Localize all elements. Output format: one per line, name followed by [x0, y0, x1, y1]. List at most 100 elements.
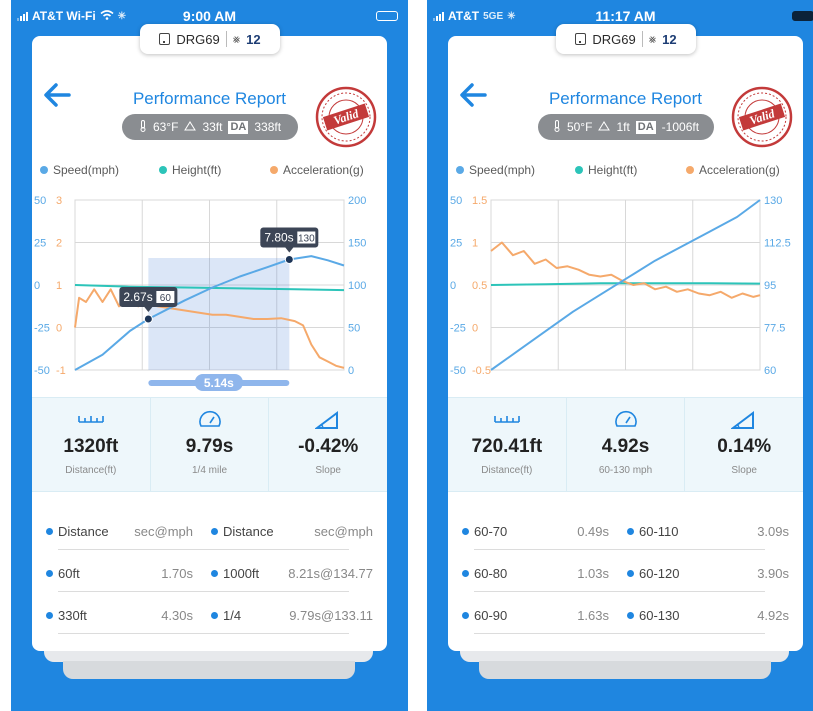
device-pill[interactable]: DRG69 ⨳ 12	[140, 24, 280, 54]
header-distance-1: Distance	[58, 524, 109, 539]
bullet-icon	[46, 528, 53, 535]
slope-icon	[685, 410, 803, 432]
bullet-icon	[462, 570, 469, 577]
table-cell-label: 1/4	[223, 608, 242, 623]
legend-height: Height(ft)	[159, 163, 221, 177]
table-cell: 60-120	[627, 566, 679, 581]
device-name: DRG69	[176, 31, 220, 47]
altitude-value: 1ft	[616, 120, 630, 134]
y-axis-tick-label-accel: 1.5	[472, 195, 487, 207]
table-cell-label: 60-120	[639, 566, 680, 581]
y-axis-tick-label-accel: 1	[472, 238, 478, 250]
stats-panel: 1320ft Distance(ft) 9.79s 1/4 mile -0.42…	[32, 397, 387, 492]
thermometer-icon	[553, 119, 561, 135]
y-axis-tick-label-accel: 0	[472, 323, 478, 335]
legend-height-label: Height(ft)	[588, 163, 638, 177]
table-cell: 3.09s	[757, 524, 789, 539]
table-cell: 3.90s	[757, 566, 789, 581]
table-cell-label: 60-110	[639, 524, 679, 539]
marker-dot	[284, 255, 294, 264]
legend-accel-label: Acceleration(g)	[283, 163, 364, 177]
table-header-cell: sec@mph	[134, 524, 193, 539]
density-altitude-label: DA	[228, 120, 249, 134]
y-axis-tick-label-accel: 3	[56, 195, 62, 207]
stat-slope: -0.42% Slope	[268, 398, 387, 491]
header-distance-2: Distance	[223, 524, 274, 539]
table-row: 60-70 0.49s 60-110 3.09s	[462, 512, 789, 554]
legend-speed-label: Speed(mph)	[469, 163, 536, 177]
status-time: 11:17 AM	[595, 8, 656, 24]
legend-accel: Acceleration(g)	[270, 163, 364, 177]
stamp-text: Valid	[748, 106, 777, 127]
accel-dot	[270, 166, 278, 174]
stat-distance-label: Distance(ft)	[65, 465, 117, 476]
legend-accel: Acceleration(g)	[686, 163, 780, 177]
device-icon	[159, 33, 171, 45]
valid-stamp: Valid	[731, 86, 793, 148]
table-cell-label: 60-70	[474, 524, 508, 539]
table-row: 60ft 1.70s 1000ft 8.21s@134.77	[46, 554, 373, 596]
bullet-icon	[462, 612, 469, 619]
stat-distance-value: 720.41ft	[471, 436, 543, 457]
y-axis-tick-label-speed: 112.5	[764, 238, 791, 250]
performance-chart[interactable]: 50 3 200 25 2 150 0 1 100 -25 0 50 -50 -1 0 5.14s 2.67s 6…	[32, 186, 387, 396]
y-axis-tick-label-speed: 100	[348, 280, 366, 292]
legend-speed: Speed(mph)	[456, 163, 535, 177]
table-cell: 1/4	[211, 608, 241, 623]
y-axis-tick-label-height: 0	[34, 280, 40, 292]
y-axis-tick-label-speed: 150	[348, 238, 366, 250]
stat-slope-label: Slope	[731, 465, 757, 476]
stat-distance: 720.41ft Distance(ft)	[448, 398, 566, 491]
report-card: Performance Report 63°F 33ft DA 338ft Val…	[32, 36, 387, 651]
mountain-icon	[598, 120, 611, 134]
device-pill[interactable]: DRG69 ⨳ 12	[556, 24, 696, 54]
stat-slope-value: 0.14%	[717, 436, 772, 457]
split-times-table: 60-70 0.49s 60-110 3.09s 60-80 1.03s 60-…	[462, 512, 789, 638]
table-cell: 60ft	[46, 566, 80, 581]
table-cell: 60-70	[462, 524, 507, 539]
table-header-cell: sec@mph	[314, 524, 373, 539]
table-cell-label: 60ft	[58, 566, 80, 581]
stat-time-value: 9.79s	[185, 436, 234, 457]
table-cell-label: 330ft	[58, 608, 87, 623]
y-axis-tick-label-accel: 0.5	[472, 280, 487, 292]
density-altitude-label: DA	[635, 120, 656, 134]
marker-value-label: 130	[298, 234, 315, 245]
legend-speed: Speed(mph)	[40, 163, 119, 177]
y-axis-tick-label-height: 50	[34, 195, 46, 207]
marker-time-label: 2.67s	[123, 290, 152, 304]
stamp-text: Valid	[332, 106, 361, 127]
table-row: 60-90 1.63s 60-130 4.92s	[462, 596, 789, 638]
table-cell-label: 60-80	[474, 566, 508, 581]
ruler-icon	[32, 410, 150, 432]
slope-icon	[269, 410, 387, 432]
stat-time-label: 1/4 mile	[192, 465, 228, 476]
table-cell: 8.21s@134.77	[288, 566, 373, 581]
performance-chart[interactable]: 50 1.5 130 25 1 112.5 0 0.5 95 -25 0 77.5 -50 -0.5 60	[448, 186, 803, 396]
y-axis-tick-label-height: 0	[450, 280, 456, 292]
accel-dot	[686, 166, 694, 174]
stat-time: 4.92s 60-130 mph	[565, 398, 685, 491]
legend-height-label: Height(ft)	[172, 163, 222, 177]
density-altitude-value: 338ft	[254, 120, 282, 134]
marker-value-label: 60	[160, 293, 172, 304]
pill-divider	[641, 31, 643, 47]
bullet-icon	[627, 528, 634, 535]
phone-screen-left: AT&T Wi-Fi ✳ 9:00 AM Performance Report …	[11, 0, 408, 711]
table-cell: 60-130	[627, 608, 679, 623]
y-axis-tick-label-speed: 50	[348, 323, 360, 335]
bullet-icon	[211, 612, 218, 619]
valid-stamp: Valid	[315, 86, 377, 148]
y-axis-tick-label-height: -50	[34, 365, 50, 377]
table-cell: 9.79s@133.11	[289, 608, 373, 623]
stat-time-value: 4.92s	[601, 436, 650, 457]
stat-slope-value: -0.42%	[298, 436, 359, 457]
table-cell: 60-80	[462, 566, 507, 581]
conditions-badge: 63°F 33ft DA 338ft	[122, 114, 298, 140]
marker-tooltip-pointer	[285, 247, 294, 253]
height-dot	[159, 166, 167, 174]
bullet-icon	[462, 528, 469, 535]
y-axis-tick-label-height: 25	[34, 238, 46, 250]
chart-legend: Speed(mph) Height(ft) Acceleration(g)	[32, 163, 387, 181]
y-axis-tick-label-speed: 95	[764, 280, 776, 292]
